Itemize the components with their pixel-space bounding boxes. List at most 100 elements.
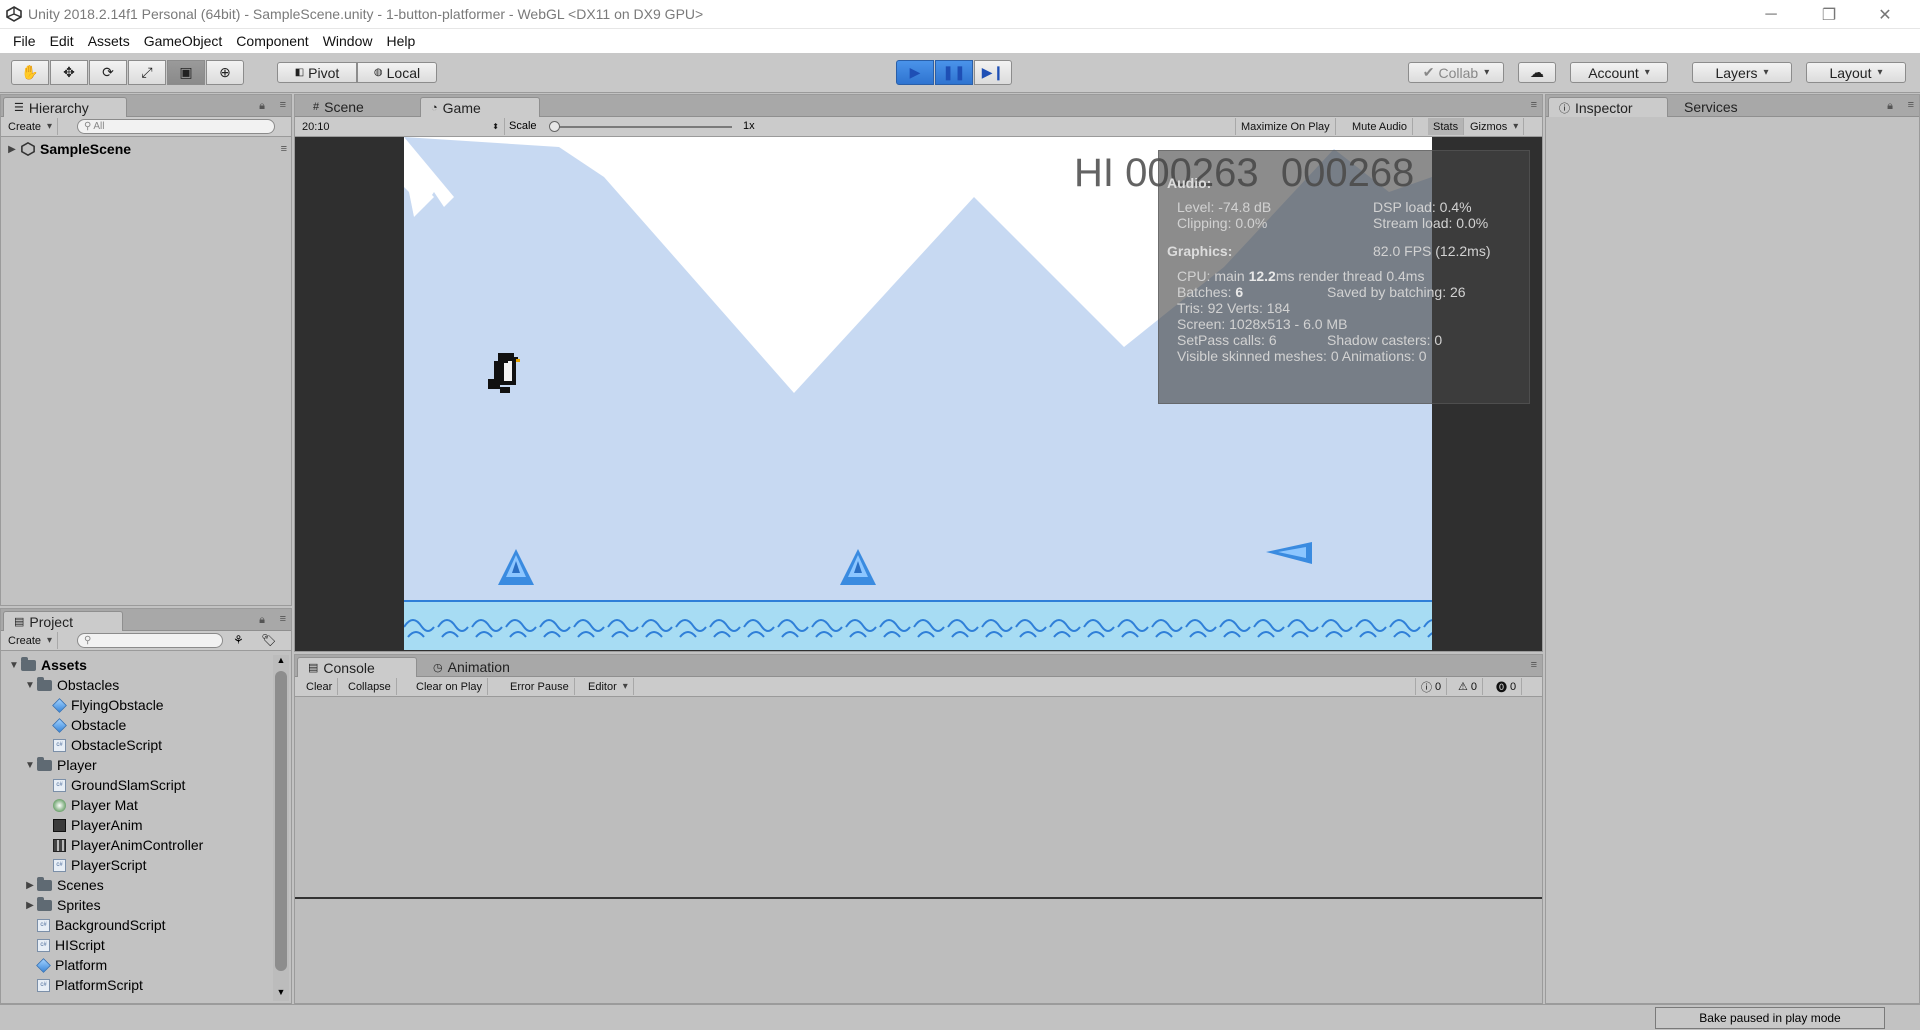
project-asset-item[interactable]: c# PlatformScript [23, 975, 143, 995]
collapse-arrow-icon[interactable]: ▼ [7, 660, 21, 671]
collab-dropdown[interactable]: ✔ Collab [1408, 62, 1504, 83]
console-info-filter[interactable]: ⓘ 0 [1415, 678, 1448, 695]
console-error-pause-toggle[interactable]: Error Pause [505, 678, 575, 695]
project-asset-item[interactable]: FlyingObstacle [39, 695, 164, 715]
project-asset-item[interactable]: Platform [23, 955, 107, 975]
play-button[interactable]: ▶ [896, 60, 934, 85]
project-scrollbar[interactable]: ▲ ▼ [273, 655, 289, 1001]
rotate-tool-button[interactable]: ⟳ [89, 60, 127, 85]
project-asset-item[interactable]: c# GroundSlamScript [39, 775, 185, 795]
tree-item-label: Obstacle [71, 717, 127, 733]
menu-edit[interactable]: Edit [43, 33, 81, 49]
minimize-button[interactable]: ─ [1748, 0, 1794, 29]
lock-icon[interactable]: 🔒︎ [259, 614, 265, 627]
move-tool-button[interactable]: ✥ [50, 60, 88, 85]
project-search-input[interactable]: ⚲ [77, 633, 223, 648]
project-asset-item[interactable]: c# ObstacleScript [39, 735, 162, 755]
console-clear-button[interactable]: Clear [301, 678, 339, 695]
collapse-arrow-icon[interactable]: ▼ [23, 760, 37, 771]
mute-label: Mute Audio [1352, 120, 1408, 133]
console-error-filter[interactable]: ⓿0 [1491, 678, 1523, 695]
expand-arrow-icon[interactable]: ▶ [5, 144, 19, 155]
filter-by-type-icon[interactable]: ⚘ [233, 633, 244, 647]
console-editor-dropdown[interactable]: Editor [583, 678, 634, 695]
tab-inspector[interactable]: ⓘ Inspector [1548, 97, 1668, 117]
pause-button[interactable]: ❚❚ [935, 60, 973, 85]
menu-gameobject[interactable]: GameObject [137, 33, 230, 49]
scene-menu-icon[interactable]: ≡ [281, 143, 287, 155]
account-dropdown[interactable]: Account [1570, 62, 1668, 83]
close-button[interactable]: ✕ [1862, 0, 1908, 29]
stats-toggle[interactable]: Stats [1428, 118, 1465, 135]
console-message-list[interactable] [295, 697, 1542, 897]
project-asset-item[interactable]: PlayerAnimController [39, 835, 203, 855]
menu-window[interactable]: Window [316, 33, 380, 49]
panel-menu-icon[interactable]: ≡ [280, 99, 286, 111]
project-folder-item[interactable]: ▼ Player [23, 755, 97, 775]
project-asset-item[interactable]: c# HIScript [23, 935, 105, 955]
step-button[interactable]: ▶❙ [974, 60, 1012, 85]
scale-slider-knob[interactable] [549, 121, 560, 132]
console-detail-area[interactable] [295, 899, 1542, 1003]
menu-component[interactable]: Component [229, 33, 315, 49]
restore-button[interactable]: ❐ [1806, 0, 1852, 29]
project-folder-item[interactable]: ▶ Sprites [23, 895, 101, 915]
project-folder-item[interactable]: ▼ Obstacles [23, 675, 119, 695]
hierarchy-create-button[interactable]: Create [3, 118, 59, 135]
panel-menu-icon[interactable]: ≡ [280, 613, 286, 625]
tab-animation[interactable]: ◷ Animation [423, 657, 543, 677]
transform-tool-button[interactable]: ⊕ [206, 60, 244, 85]
scale-slider[interactable] [549, 121, 732, 132]
filter-by-label-icon[interactable]: 🏷︎ [261, 633, 276, 647]
stats-dsp: DSP load: 0.4% [1373, 199, 1472, 215]
tab-hierarchy[interactable]: ☰ Hierarchy [3, 97, 127, 117]
console-clear-on-play-toggle[interactable]: Clear on Play [411, 678, 489, 695]
lock-icon[interactable]: 🔒︎ [1887, 100, 1893, 113]
maximize-on-play-toggle[interactable]: Maximize On Play [1235, 118, 1336, 135]
gizmos-dropdown[interactable]: Gizmos [1465, 118, 1525, 135]
scene-row[interactable]: ▶ SampleScene ≡ [5, 140, 289, 158]
menu-file[interactable]: File [6, 33, 43, 49]
project-folder-item[interactable]: ▶ Scenes [23, 875, 104, 895]
scroll-up-icon[interactable]: ▲ [273, 655, 289, 669]
aspect-dropdown[interactable]: 20:10 ⬍ [297, 118, 505, 135]
layers-dropdown[interactable]: Layers [1692, 62, 1792, 83]
hierarchy-search-input[interactable]: ⚲ All [77, 119, 275, 134]
console-warning-filter[interactable]: ⚠ 0 [1453, 678, 1483, 695]
tab-scene[interactable]: # Scene [303, 97, 413, 117]
project-folder-item[interactable]: ▼ Assets [7, 655, 87, 675]
project-asset-item[interactable]: c# PlayerScript [39, 855, 146, 875]
folder-icon [37, 876, 52, 891]
panel-menu-icon[interactable]: ≡ [1531, 659, 1537, 671]
console-collapse-toggle[interactable]: Collapse [343, 678, 397, 695]
panel-menu-icon[interactable]: ≡ [1908, 99, 1914, 111]
panel-menu-icon[interactable]: ≡ [1531, 99, 1537, 111]
project-asset-item[interactable]: Obstacle [39, 715, 126, 735]
scale-tool-button[interactable]: ⤢ [128, 60, 166, 85]
project-create-button[interactable]: Create [3, 632, 59, 649]
project-asset-item[interactable]: c# BackgroundScript [23, 915, 166, 935]
project-asset-item[interactable]: Player Mat [39, 795, 138, 815]
cloud-button[interactable]: ☁ [1518, 62, 1556, 83]
scroll-down-icon[interactable]: ▼ [273, 987, 289, 1001]
local-toggle[interactable]: ◍ Local [357, 62, 437, 83]
scrollbar-thumb[interactable] [275, 671, 287, 971]
project-asset-item[interactable]: PlayerAnim [39, 815, 143, 835]
hand-tool-button[interactable]: ✋ [11, 60, 49, 85]
expand-arrow-icon[interactable]: ▶ [23, 900, 37, 911]
menu-help[interactable]: Help [379, 33, 422, 49]
expand-arrow-icon[interactable]: ▶ [23, 880, 37, 891]
tab-console[interactable]: ▤ Console [297, 657, 417, 677]
mute-audio-toggle[interactable]: Mute Audio [1347, 118, 1414, 135]
layout-dropdown[interactable]: Layout [1806, 62, 1906, 83]
rect-tool-button[interactable]: ▣ [167, 60, 205, 85]
pivot-toggle[interactable]: ◧ Pivot [277, 62, 357, 83]
lock-icon[interactable]: 🔒︎ [259, 100, 265, 113]
folder-icon [21, 656, 36, 671]
tab-services[interactable]: Services [1674, 97, 1764, 117]
menu-assets[interactable]: Assets [81, 33, 137, 49]
collapse-arrow-icon[interactable]: ▼ [23, 680, 37, 691]
hierarchy-tab-label: Hierarchy [28, 99, 89, 116]
tab-game[interactable]: ◔ Game [420, 97, 540, 117]
tab-project[interactable]: ▤ Project [3, 611, 123, 631]
